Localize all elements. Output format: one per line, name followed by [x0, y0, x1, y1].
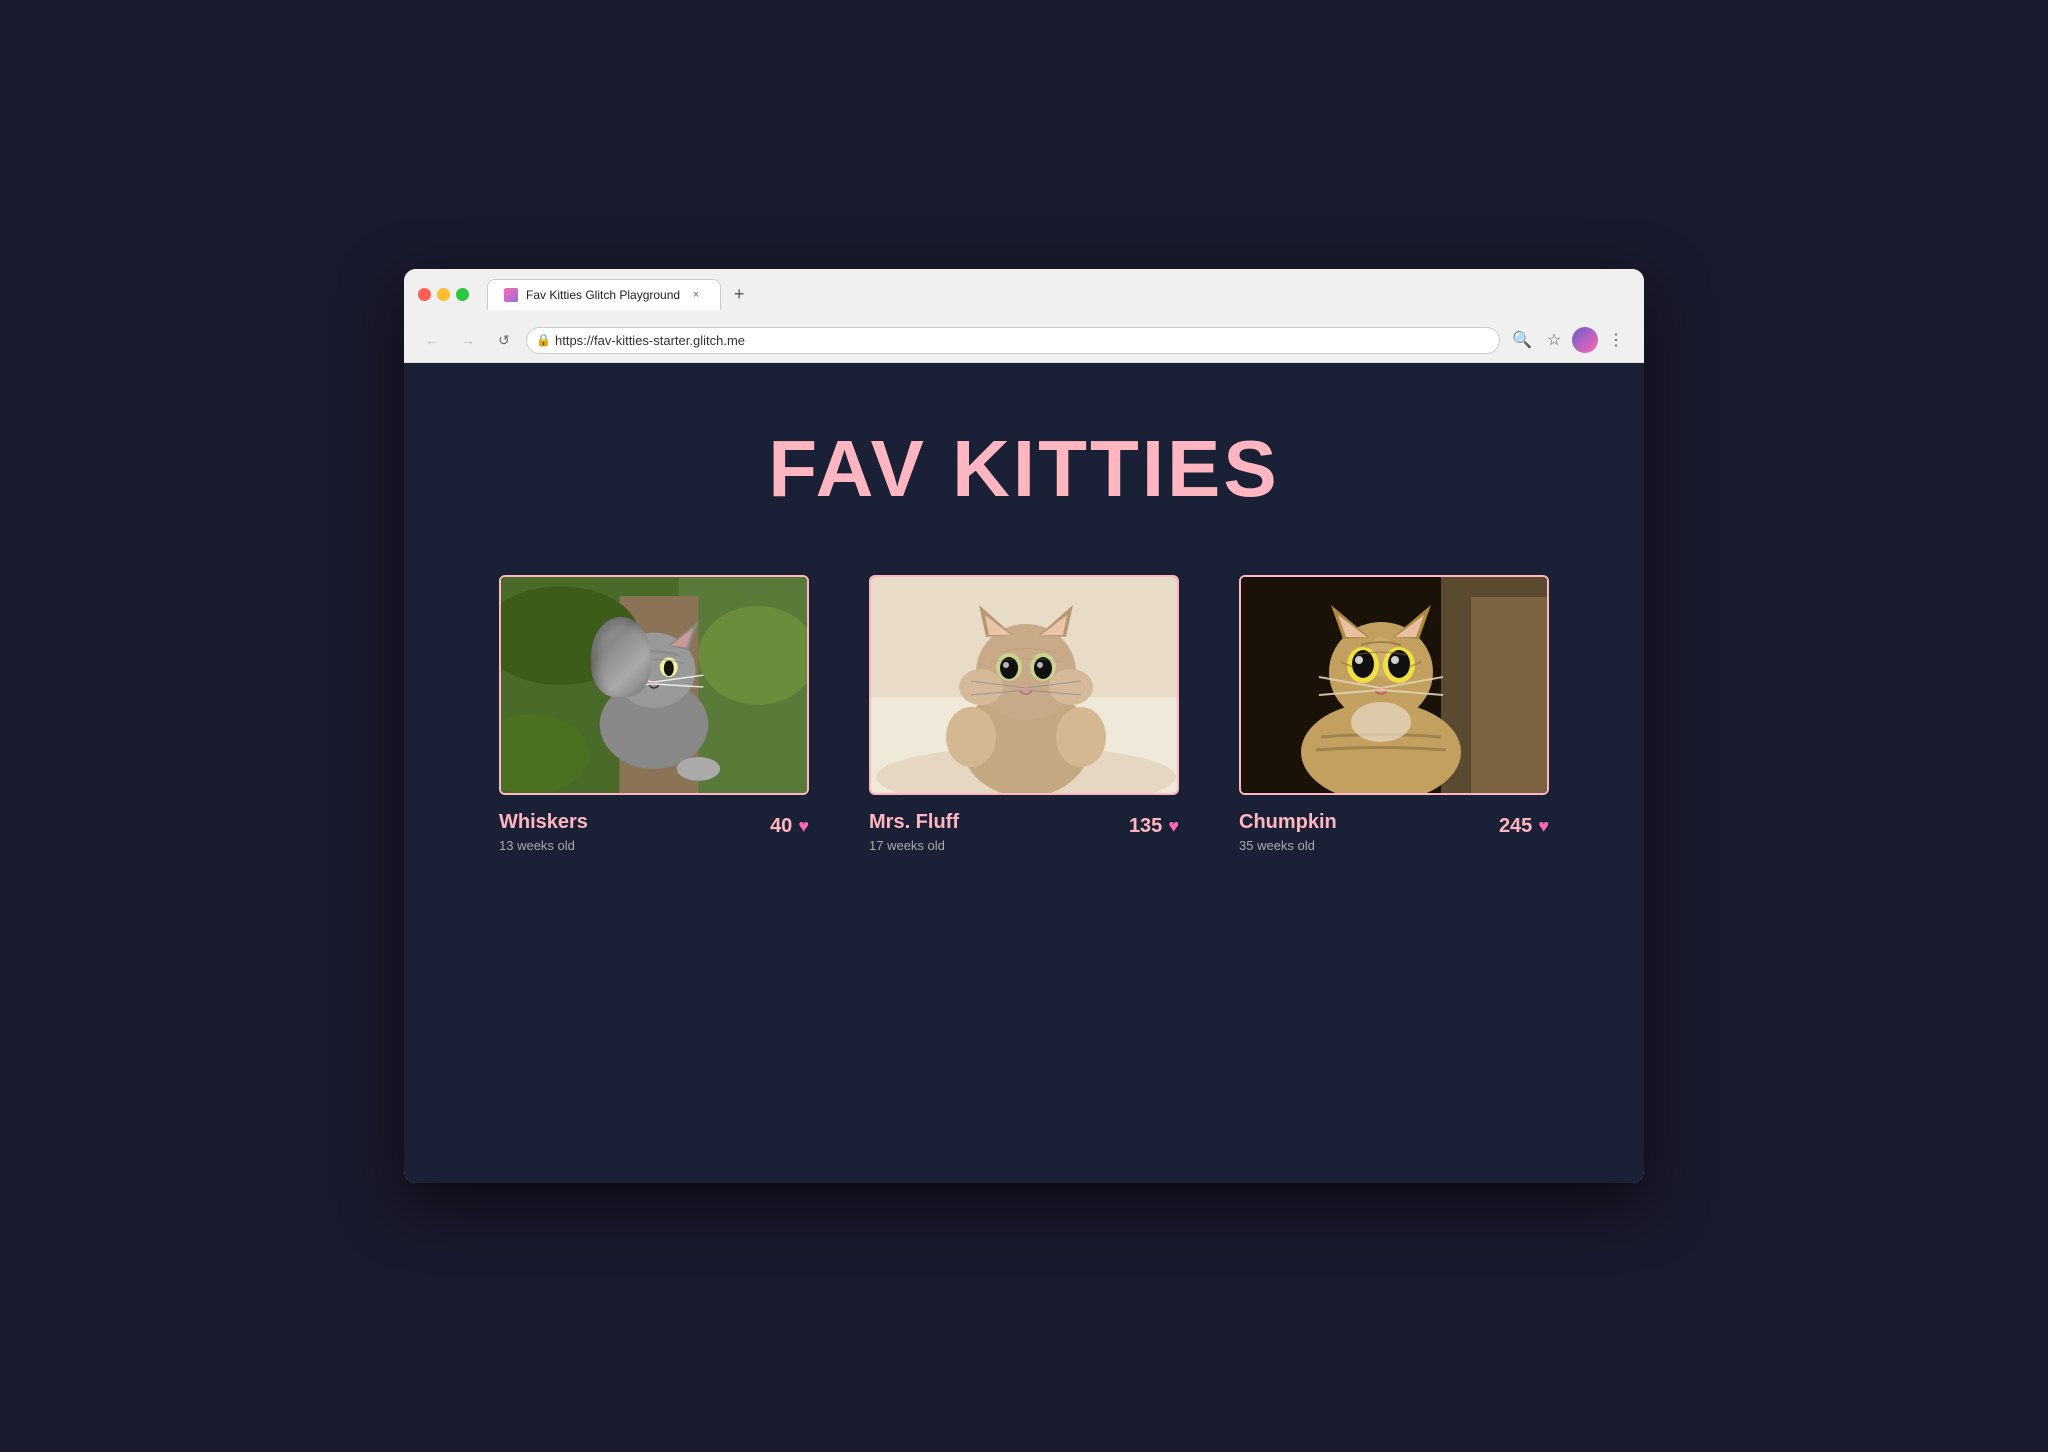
kitty-likes-mrs-fluff[interactable]: 135 ♥ [1129, 815, 1179, 838]
tab-close-button[interactable]: × [688, 287, 704, 303]
kitty-age-whiskers: 13 weeks old [499, 838, 588, 853]
page-content: FAV KITTIES [404, 363, 1644, 1183]
back-button[interactable]: ← [418, 326, 446, 354]
bookmark-button[interactable]: ☆ [1540, 326, 1568, 354]
browser-window: Fav Kitties Glitch Playground × + ← → ↺ … [404, 269, 1644, 1183]
kitty-info-whiskers: Whiskers 13 weeks old 40 ♥ [499, 811, 809, 853]
kitty-likes-whiskers[interactable]: 40 ♥ [770, 815, 809, 838]
close-button[interactable] [418, 288, 431, 301]
new-tab-button[interactable]: + [725, 280, 753, 308]
tab-bar: Fav Kitties Glitch Playground × + [487, 279, 753, 310]
kitty-likes-count-chumpkin: 245 [1499, 815, 1532, 838]
kitty-name-whiskers: Whiskers [499, 811, 588, 834]
title-bar-top: Fav Kitties Glitch Playground × + [418, 279, 1630, 310]
address-bar: ← → ↺ 🔒 🔍 ☆ ⋮ [404, 318, 1644, 363]
kitties-grid: Whiskers 13 weeks old 40 ♥ [499, 575, 1549, 853]
whiskers-svg [501, 575, 807, 795]
kitty-info-mrs-fluff: Mrs. Fluff 17 weeks old 135 ♥ [869, 811, 1179, 853]
mrs-fluff-svg [871, 577, 1179, 795]
kitty-card-chumpkin: Chumpkin 35 weeks old 245 ♥ [1239, 575, 1549, 853]
kitty-name-mrs-fluff: Mrs. Fluff [869, 811, 959, 834]
maximize-button[interactable] [456, 288, 469, 301]
tab-title: Fav Kitties Glitch Playground [526, 288, 680, 302]
kitty-image-mrs-fluff [869, 575, 1179, 795]
forward-button[interactable]: → [454, 326, 482, 354]
kitty-name-age-whiskers: Whiskers 13 weeks old [499, 811, 588, 853]
kitty-info-chumpkin: Chumpkin 35 weeks old 245 ♥ [1239, 811, 1549, 853]
kitty-age-chumpkin: 35 weeks old [1239, 838, 1337, 853]
kitty-likes-chumpkin[interactable]: 245 ♥ [1499, 815, 1549, 838]
kitty-card-mrs-fluff: Mrs. Fluff 17 weeks old 135 ♥ [869, 575, 1179, 853]
chumpkin-svg [1241, 577, 1549, 795]
kitty-name-chumpkin: Chumpkin [1239, 811, 1337, 834]
heart-icon-chumpkin: ♥ [1538, 816, 1549, 837]
menu-button[interactable]: ⋮ [1602, 326, 1630, 354]
toolbar-right: 🔍 ☆ ⋮ [1508, 326, 1630, 354]
minimize-button[interactable] [437, 288, 450, 301]
search-icon-button[interactable]: 🔍 [1508, 326, 1536, 354]
window-controls [418, 288, 469, 301]
heart-icon-whiskers: ♥ [798, 816, 809, 837]
kitty-image-whiskers [499, 575, 809, 795]
title-bar: Fav Kitties Glitch Playground × + [404, 269, 1644, 318]
kitty-card-whiskers: Whiskers 13 weeks old 40 ♥ [499, 575, 809, 853]
kitty-likes-count-mrs-fluff: 135 [1129, 815, 1162, 838]
page-title: FAV KITTIES [768, 423, 1280, 515]
reload-button[interactable]: ↺ [490, 326, 518, 354]
kitty-likes-count-whiskers: 40 [770, 815, 792, 838]
avatar[interactable] [1572, 327, 1598, 353]
kitty-image-chumpkin [1239, 575, 1549, 795]
kitty-age-mrs-fluff: 17 weeks old [869, 838, 959, 853]
kitty-name-age-chumpkin: Chumpkin 35 weeks old [1239, 811, 1337, 853]
address-input[interactable] [526, 327, 1500, 354]
kitty-name-age-mrs-fluff: Mrs. Fluff 17 weeks old [869, 811, 959, 853]
tab-favicon [504, 288, 518, 302]
heart-icon-mrs-fluff: ♥ [1168, 816, 1179, 837]
active-tab[interactable]: Fav Kitties Glitch Playground × [487, 279, 721, 310]
address-container: 🔒 [526, 327, 1500, 354]
